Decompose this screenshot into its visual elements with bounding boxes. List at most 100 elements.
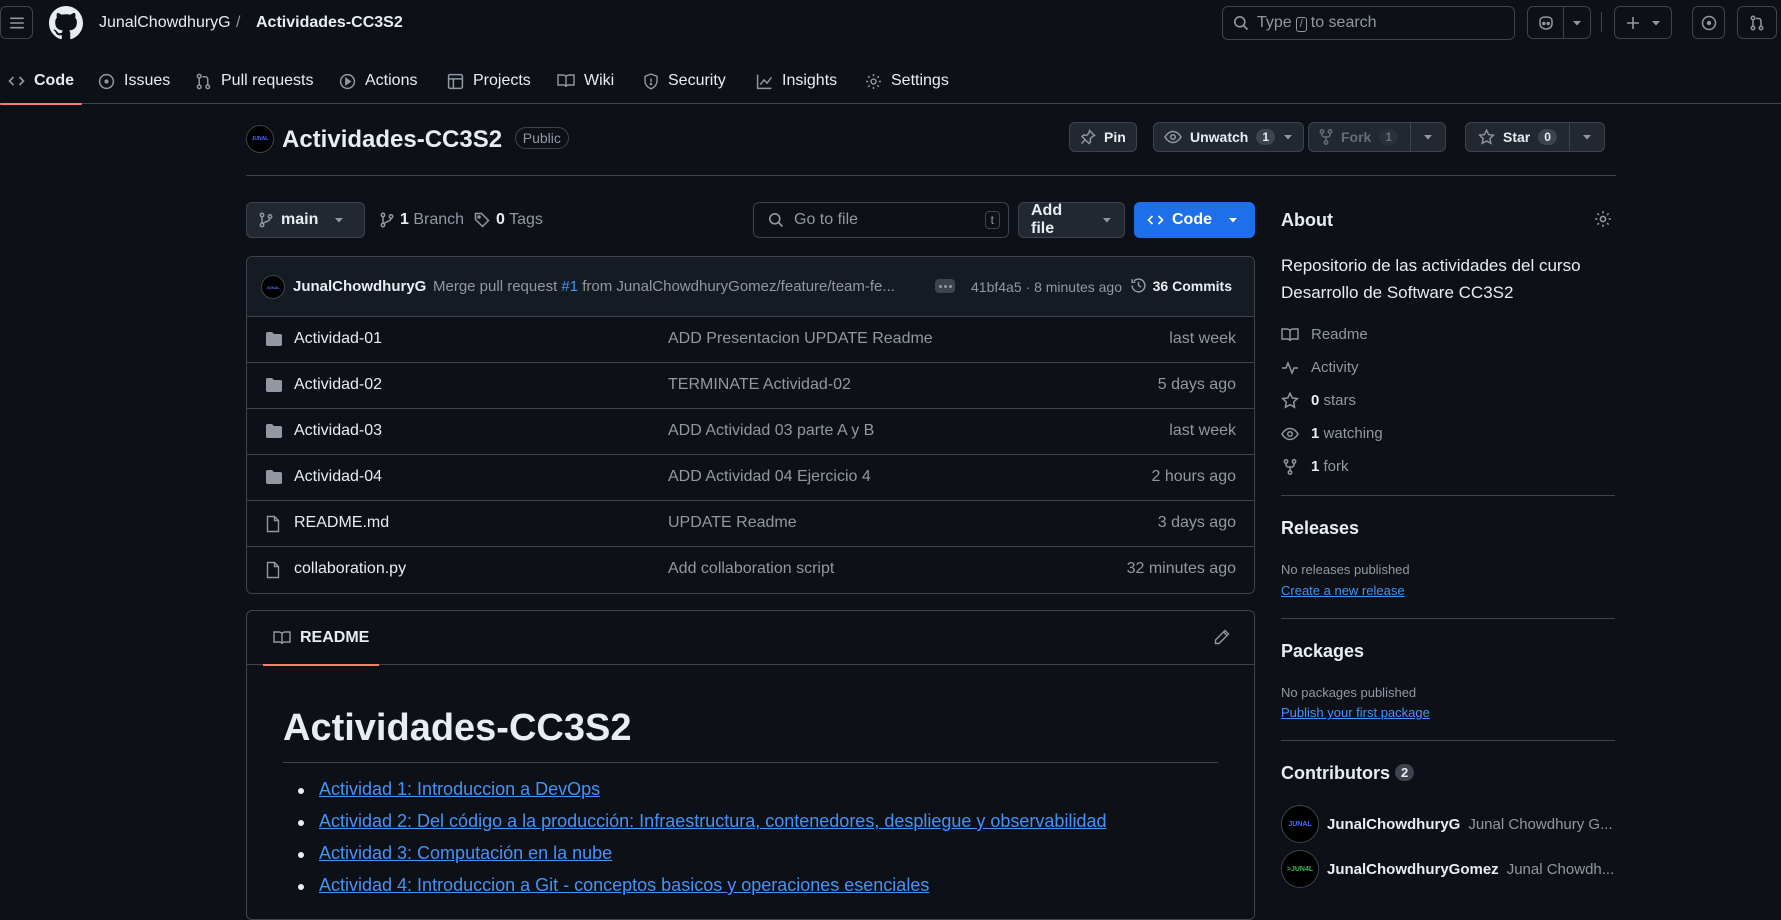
contributor-item[interactable]: >JUN4L JunalChowdhuryGomez Junal Chowdh... xyxy=(1281,850,1614,888)
pin-button[interactable]: Pin xyxy=(1069,122,1137,152)
add-file-button[interactable]: Add file xyxy=(1018,202,1125,238)
file-commit-message[interactable]: Add collaboration script xyxy=(668,560,834,578)
copilot-icon[interactable] xyxy=(1528,7,1563,38)
contributor-name: Junal Chowdhury G... xyxy=(1468,815,1613,833)
file-commit-message[interactable]: ADD Presentacion UPDATE Readme xyxy=(668,330,933,348)
commit-sha[interactable]: 41bf4a5 xyxy=(971,279,1022,295)
table-row[interactable]: Actividad-02 TERMINATE Actividad-02 5 days… xyxy=(247,363,1254,409)
readme-link[interactable]: Actividad 2: Del código a la producción:… xyxy=(319,811,1106,831)
tab-settings[interactable]: Settings xyxy=(857,58,957,104)
packages-title[interactable]: Packages xyxy=(1281,641,1364,662)
tab-wiki[interactable]: Wiki xyxy=(549,58,622,104)
edit-readme-button[interactable] xyxy=(1214,629,1230,645)
fork-button[interactable]: Fork 1 xyxy=(1308,122,1447,152)
tab-issues[interactable]: Issues xyxy=(90,58,178,104)
owner-avatar[interactable]: JUNAL xyxy=(246,125,274,153)
create-release-link[interactable]: Create a new release xyxy=(1281,583,1405,598)
commit-meta[interactable]: 41bf4a5 · 8 minutes ago xyxy=(971,279,1122,295)
search-input[interactable]: Type / to search xyxy=(1222,6,1515,40)
file-icon xyxy=(265,515,281,533)
readme-link[interactable]: Readme xyxy=(1281,326,1368,343)
contributor-item[interactable]: JUNAL JunalChowdhuryG Junal Chowdhury G... xyxy=(1281,805,1613,843)
fork-count: 1 xyxy=(1311,458,1320,475)
chevron-down-icon xyxy=(1582,135,1591,140)
readme-link[interactable]: Actividad 4: Introduccion a Git - concep… xyxy=(319,875,929,895)
table-row[interactable]: README.md UPDATE Readme 3 days ago xyxy=(247,501,1254,547)
pull-requests-button[interactable] xyxy=(1737,6,1777,39)
tab-projects[interactable]: Projects xyxy=(439,58,539,104)
pull-request-icon xyxy=(196,73,211,89)
edit-about-button[interactable] xyxy=(1594,210,1612,228)
create-new-button[interactable] xyxy=(1614,6,1672,39)
eye-icon xyxy=(1281,427,1299,440)
code-button[interactable]: Code xyxy=(1134,202,1255,238)
commit-pr-link[interactable]: #1 xyxy=(561,278,578,295)
avatar[interactable]: >JUN4L xyxy=(1281,850,1319,888)
contributor-login[interactable]: JunalChowdhuryG xyxy=(1327,816,1460,833)
readme-link[interactable]: Actividad 3: Computación en la nube xyxy=(319,843,612,863)
fork-dropdown[interactable] xyxy=(1410,123,1445,151)
gear-icon xyxy=(866,73,881,89)
watch-button[interactable]: Unwatch 1 xyxy=(1153,122,1305,152)
table-row[interactable]: Actividad-04 ADD Actividad 04 Ejercicio 4… xyxy=(247,455,1254,501)
tab-pull-requests[interactable]: Pull requests xyxy=(187,58,322,104)
stars-link[interactable]: 0 stars xyxy=(1281,392,1356,409)
avatar[interactable]: JUNAL xyxy=(1281,805,1319,843)
commit-message[interactable]: Merge pull request #1 from JunalChowdhur… xyxy=(433,278,895,295)
breadcrumb-repo[interactable]: Actividades-CC3S2 xyxy=(256,14,403,32)
table-row[interactable]: collaboration.py Add collaboration script… xyxy=(247,547,1254,593)
chevron-down-icon xyxy=(1652,20,1660,25)
file-name[interactable]: Actividad-03 xyxy=(294,422,382,440)
commit-author-avatar[interactable]: JUNAL xyxy=(261,275,285,299)
star-label: Star xyxy=(1503,129,1531,145)
star-dropdown[interactable] xyxy=(1568,123,1604,151)
tags-link[interactable]: 0 Tags xyxy=(474,211,543,229)
go-to-file-input[interactable]: Go to file t xyxy=(753,202,1009,238)
file-commit-message[interactable]: UPDATE Readme xyxy=(668,514,797,532)
readme-tab[interactable]: README xyxy=(263,611,380,666)
branch-selector[interactable]: main xyxy=(246,202,365,238)
github-logo-icon[interactable] xyxy=(49,6,83,40)
file-name[interactable]: Actividad-01 xyxy=(294,330,382,348)
forks-link[interactable]: 1 fork xyxy=(1281,458,1349,475)
menu-button[interactable] xyxy=(0,6,33,39)
issues-button[interactable] xyxy=(1692,6,1725,39)
file-date: 3 days ago xyxy=(1157,514,1236,531)
search-icon xyxy=(1234,16,1249,31)
contributor-login[interactable]: JunalChowdhuryGomez xyxy=(1327,861,1499,878)
commit-author[interactable]: JunalChowdhuryG xyxy=(293,278,426,295)
search-placeholder: Type / to search xyxy=(1257,14,1377,32)
contributors-title[interactable]: Contributors 2 xyxy=(1281,763,1415,784)
tab-insights[interactable]: Insights xyxy=(748,58,845,104)
file-commit-message[interactable]: ADD Actividad 03 parte A y B xyxy=(668,422,874,440)
file-name[interactable]: Actividad-02 xyxy=(294,376,382,394)
copilot-dropdown[interactable] xyxy=(1563,7,1590,38)
file-commit-message[interactable]: ADD Actividad 04 Ejercicio 4 xyxy=(668,468,871,486)
watchers-link[interactable]: 1 watching xyxy=(1281,425,1383,442)
readme-link[interactable]: Actividad 1: Introduccion a DevOps xyxy=(319,779,600,799)
tab-code[interactable]: Code xyxy=(0,58,82,105)
list-item: Actividad 1: Introduccion a DevOps xyxy=(283,779,1106,811)
folder-icon xyxy=(265,469,283,485)
breadcrumb-owner[interactable]: JunalChowdhuryG xyxy=(99,14,231,32)
branches-link[interactable]: 1 Branch xyxy=(380,211,464,229)
history-icon xyxy=(1131,278,1146,293)
file-name[interactable]: README.md xyxy=(294,514,389,532)
star-button[interactable]: Star 0 xyxy=(1465,122,1605,152)
tab-security[interactable]: Security xyxy=(635,58,734,104)
star-icon xyxy=(1478,129,1495,145)
releases-title[interactable]: Releases xyxy=(1281,518,1359,539)
copilot-button[interactable] xyxy=(1527,6,1591,39)
book-icon xyxy=(273,631,291,645)
file-name[interactable]: collaboration.py xyxy=(294,560,406,578)
activity-link[interactable]: Activity xyxy=(1281,359,1359,376)
file-commit-message[interactable]: TERMINATE Actividad-02 xyxy=(668,376,851,394)
table-row[interactable]: Actividad-03 ADD Actividad 03 parte A y B… xyxy=(247,409,1254,455)
publish-package-link[interactable]: Publish your first package xyxy=(1281,705,1430,720)
top-header: JunalChowdhuryG / Actividades-CC3S2 Type… xyxy=(0,0,1781,46)
file-name[interactable]: Actividad-04 xyxy=(294,468,382,486)
table-row[interactable]: Actividad-01 ADD Presentacion UPDATE Read… xyxy=(247,317,1254,363)
tab-actions[interactable]: Actions xyxy=(331,58,425,104)
commits-history-link[interactable]: 36 Commits xyxy=(1130,277,1232,294)
expand-commit-button[interactable] xyxy=(935,279,955,293)
